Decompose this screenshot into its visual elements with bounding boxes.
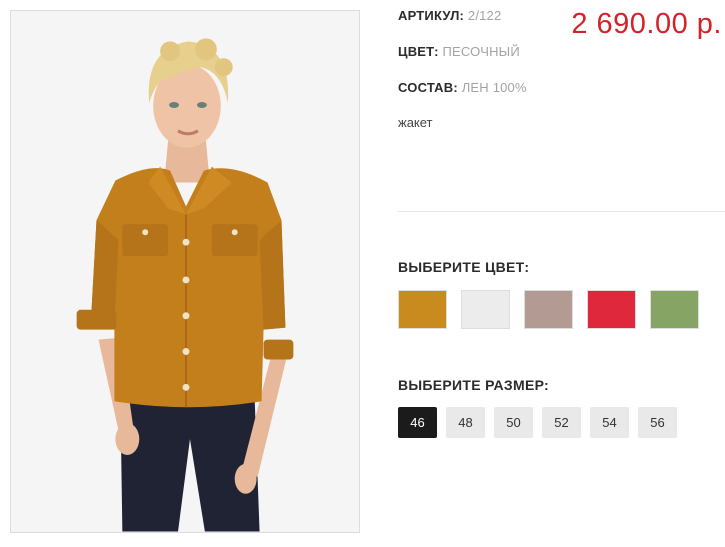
color-swatches [398,290,699,329]
size-option[interactable]: 56 [638,407,677,438]
color-label: ЦВЕТ: [398,44,439,59]
color-picker-heading: ВЫБЕРИТЕ ЦВЕТ: [398,259,530,275]
product-price: 2 690.00 р. [571,8,722,40]
article-value: 2/122 [467,8,502,23]
composition-row: СОСТАВ: ЛЕН 100% [398,80,527,95]
product-photo[interactable] [10,10,360,533]
color-swatch[interactable] [398,290,447,329]
composition-value: ЛЕН 100% [461,80,527,95]
color-value: ПЕСОЧНЫЙ [442,44,520,59]
article-label: АРТИКУЛ: [398,8,465,23]
color-swatch[interactable] [587,290,636,329]
product-photo-illustration [11,11,359,532]
color-swatch[interactable] [524,290,573,329]
product-description: жакет [398,115,433,130]
size-option[interactable]: 50 [494,407,533,438]
color-swatch[interactable] [461,290,510,329]
size-option[interactable]: 48 [446,407,485,438]
composition-label: СОСТАВ: [398,80,458,95]
article-row: АРТИКУЛ: 2/122 [398,8,501,23]
divider [398,211,725,212]
product-info: АРТИКУЛ: 2/122 2 690.00 р. ЦВЕТ: ПЕСОЧНЫ… [398,0,725,547]
size-option[interactable]: 54 [590,407,629,438]
size-options: 46 48 50 52 54 56 [398,407,677,438]
size-picker-heading: ВЫБЕРИТЕ РАЗМЕР: [398,377,549,393]
color-row: ЦВЕТ: ПЕСОЧНЫЙ [398,44,520,59]
color-swatch[interactable] [650,290,699,329]
size-option[interactable]: 46 [398,407,437,438]
size-option[interactable]: 52 [542,407,581,438]
